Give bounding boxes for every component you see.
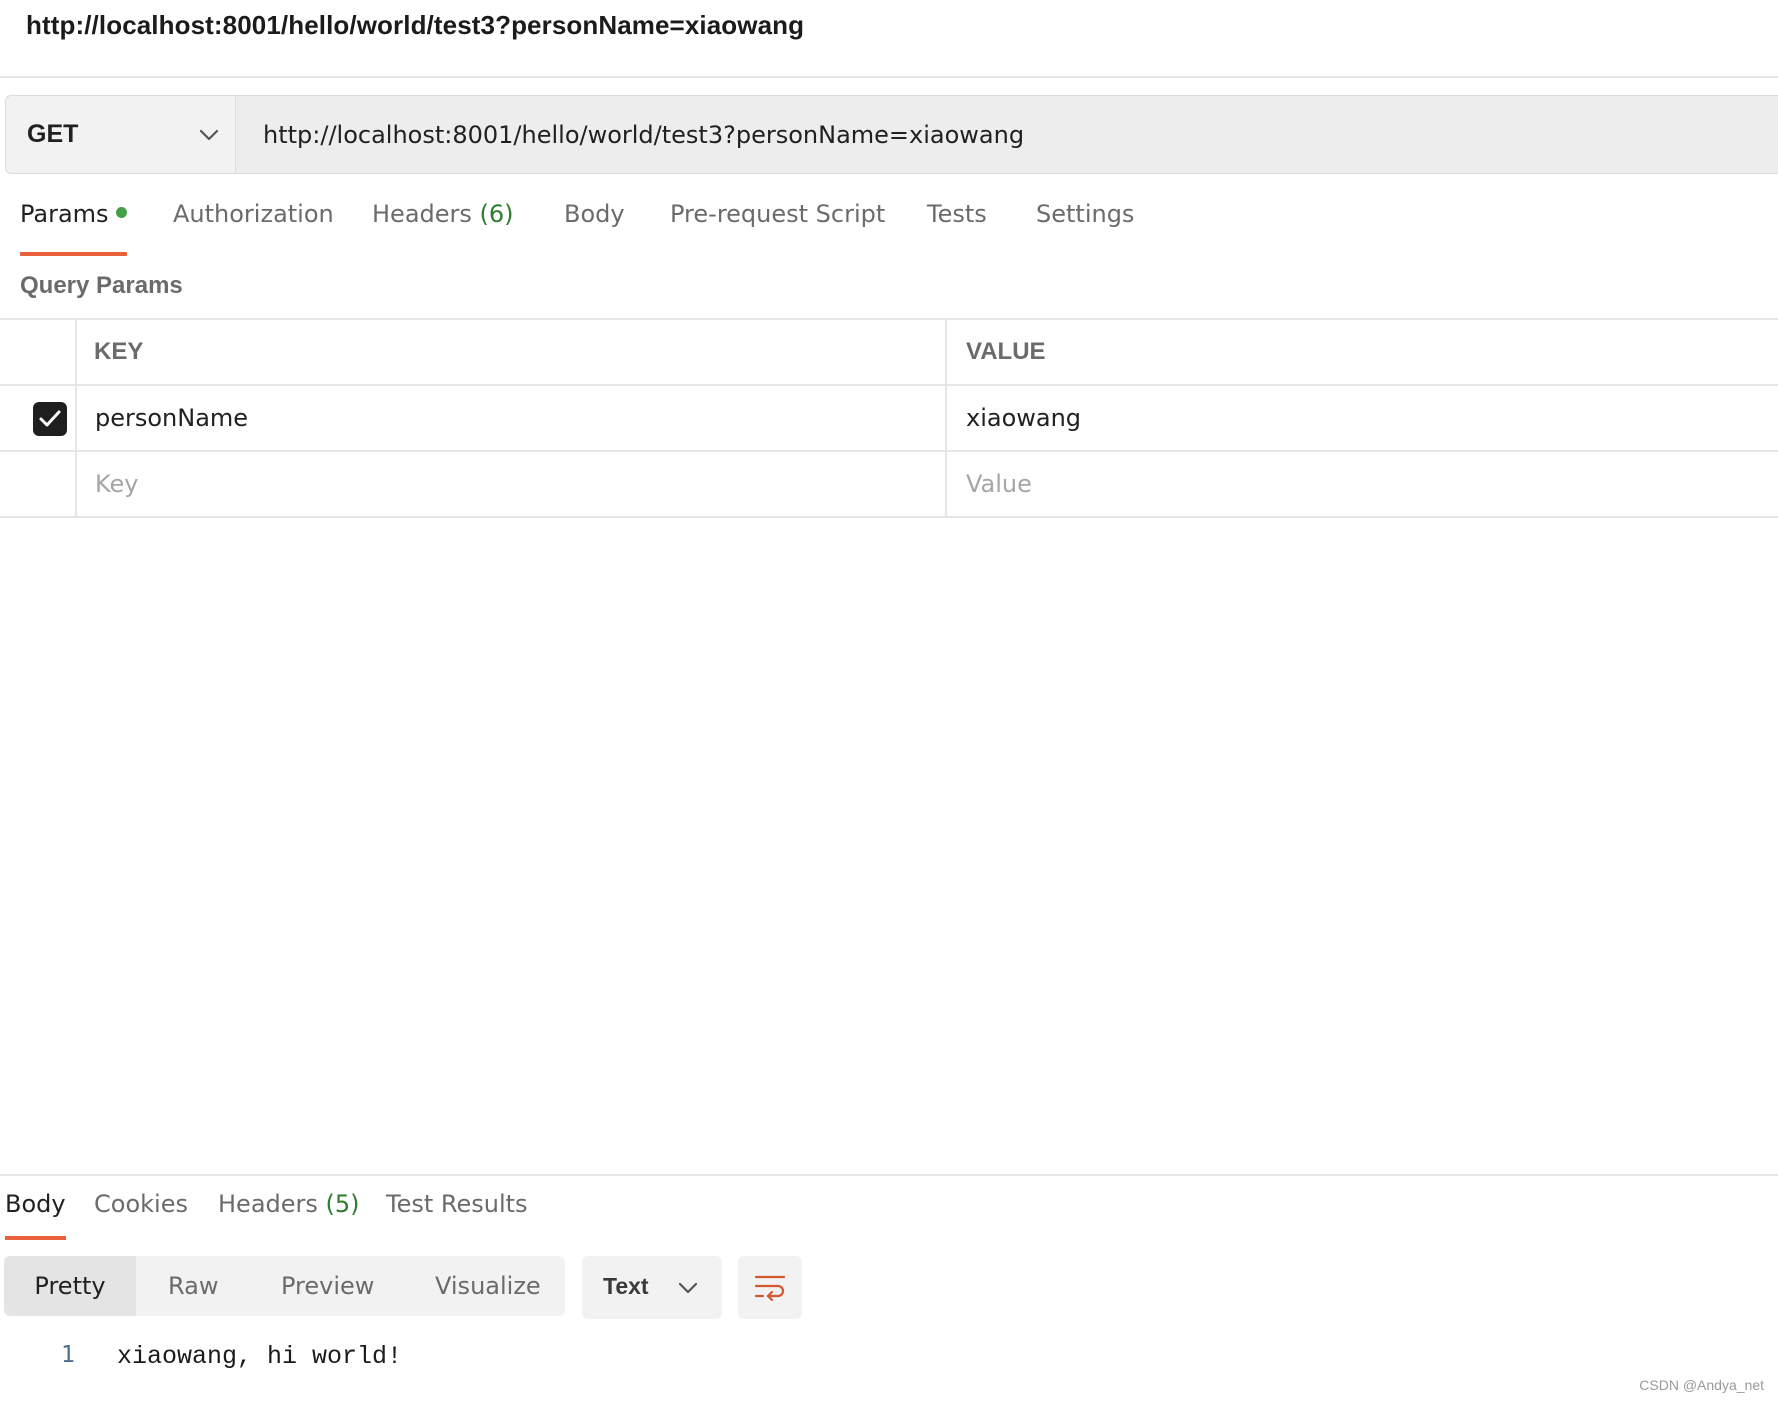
view-mode-visualize[interactable]: Visualize (435, 1256, 541, 1316)
response-body-text: xiaowang, hi world! (117, 1342, 403, 1371)
tab-settings-label: Settings (1036, 200, 1135, 228)
active-tab-underline (20, 252, 127, 256)
param-value-cell[interactable]: xiaowang (947, 386, 1778, 450)
response-tab-test-results-label: Test Results (386, 1190, 528, 1218)
line-number: 1 (61, 1342, 75, 1368)
chevron-down-icon (199, 129, 219, 141)
response-divider (0, 1174, 1778, 1176)
tab-authorization-label: Authorization (173, 200, 334, 228)
response-tab-headers-count: (5) (325, 1190, 360, 1218)
new-param-key-input[interactable]: Key (77, 452, 947, 516)
view-mode-segmented-control: Pretty Raw Preview Visualize (4, 1256, 565, 1316)
query-params-title: Query Params (20, 272, 183, 299)
response-tab-body-label: Body (5, 1190, 66, 1218)
table-header-row: KEY VALUE (0, 320, 1778, 386)
tab-headers-count: (6) (479, 200, 514, 228)
view-mode-pretty[interactable]: Pretty (4, 1256, 136, 1316)
response-active-tab-underline (5, 1236, 66, 1240)
response-tab-cookies[interactable]: Cookies (94, 1190, 188, 1240)
new-row-check-cell (0, 452, 77, 516)
table-row: personName xiaowang (0, 386, 1778, 452)
new-param-row: Key Value (0, 452, 1778, 518)
response-tabs: Body Cookies Headers (5) Test Results (0, 1190, 800, 1240)
row-check-cell (0, 386, 77, 450)
response-body-line: 1 xiaowang, hi world! (0, 1340, 800, 1380)
query-params-table: KEY VALUE personName xiaowang Key Value (0, 318, 1778, 518)
url-input[interactable] (236, 96, 1778, 173)
tab-settings[interactable]: Settings (1036, 200, 1134, 256)
method-label: GET (27, 120, 79, 148)
request-tabs: Params Authorization Headers (6) Body Pr… (0, 200, 1200, 256)
wrap-lines-button[interactable] (738, 1256, 802, 1319)
tab-authorization[interactable]: Authorization (173, 200, 334, 256)
response-tab-test-results[interactable]: Test Results (386, 1190, 528, 1240)
response-format-label: Text (603, 1273, 649, 1299)
tab-body-label: Body (564, 200, 625, 228)
title-divider (0, 76, 1778, 78)
tab-params-label: Params (20, 200, 109, 228)
params-active-dot (115, 207, 127, 218)
chevron-down-icon (678, 1282, 698, 1294)
tab-params[interactable]: Params (20, 200, 127, 256)
view-mode-preview[interactable]: Preview (281, 1256, 374, 1316)
header-check-cell (0, 320, 77, 384)
method-select[interactable]: GET (6, 96, 236, 173)
url-bar: GET (5, 95, 1778, 174)
column-header-value: VALUE (966, 338, 1046, 365)
view-mode-raw[interactable]: Raw (168, 1256, 218, 1316)
param-key-cell[interactable]: personName (77, 386, 947, 450)
wrap-lines-icon (754, 1275, 786, 1302)
watermark: CSDN @Andya_net (1639, 1377, 1764, 1393)
request-title: http://localhost:8001/hello/world/test3?… (26, 10, 805, 40)
checkmark-icon (39, 410, 61, 427)
tab-headers[interactable]: Headers (6) (372, 200, 514, 256)
response-tab-headers[interactable]: Headers (5) (218, 1190, 360, 1240)
tab-pre-request-script-label: Pre-request Script (670, 200, 886, 228)
response-format-select[interactable]: Text (582, 1256, 722, 1319)
tab-body[interactable]: Body (564, 200, 625, 256)
new-param-value-input[interactable]: Value (947, 452, 1778, 516)
tab-headers-label: Headers (372, 200, 472, 228)
response-tab-body[interactable]: Body (5, 1190, 66, 1240)
response-tab-headers-label: Headers (218, 1190, 318, 1218)
tab-tests[interactable]: Tests (927, 200, 987, 256)
param-enabled-checkbox[interactable] (33, 402, 67, 436)
tab-pre-request-script[interactable]: Pre-request Script (670, 200, 885, 256)
column-header-key: KEY (77, 320, 947, 384)
response-tab-cookies-label: Cookies (94, 1190, 188, 1218)
tab-tests-label: Tests (927, 200, 987, 228)
